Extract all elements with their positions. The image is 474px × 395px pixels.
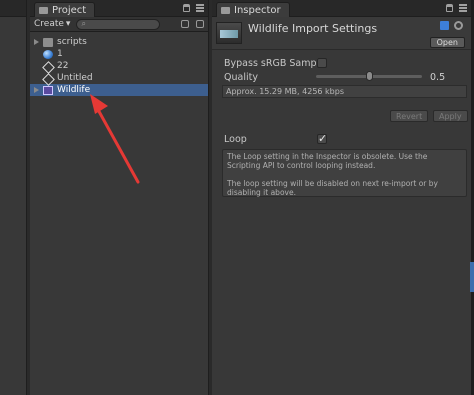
list-item[interactable]: 1 [30,48,208,60]
list-item-label: 1 [57,49,63,59]
menu-icon[interactable] [2,4,22,14]
search-input[interactable]: ⌕ [76,18,161,30]
list-item-label: Untitled [57,73,93,83]
inspector-header: Wildlife Import Settings Open [212,17,471,50]
folder-icon [39,6,48,14]
bypass-srgb-label: Bypass sRGB Sampl [224,58,320,69]
help-book-icon[interactable] [440,21,449,30]
revert-button[interactable]: Revert [390,110,429,122]
video-clip-icon [43,85,53,95]
left-panel-strip [0,0,27,395]
toolbar-icons [181,20,204,28]
video-thumbnail [216,22,242,44]
expand-triangle-icon[interactable] [34,39,39,45]
project-toolbar: Create ▾ ⌕ [30,17,208,32]
info-icon [221,6,230,14]
gear-icon[interactable] [454,21,463,30]
create-label: Create [34,19,64,29]
search-icon: ⌕ [81,19,86,28]
help-text: The loop setting will be disabled on nex… [227,179,438,197]
unity-scene-icon [43,74,53,83]
lock-icon[interactable] [183,4,190,12]
menu-icon[interactable] [459,4,467,12]
tab-inspector[interactable]: Inspector [216,2,290,17]
right-edge-accent [470,262,474,292]
list-item[interactable]: 22 [30,60,208,72]
project-tree: scripts 1 22 Untitled Wildlife [30,32,208,96]
inspector-tab-tools [446,4,467,12]
expand-triangle-icon[interactable] [34,87,39,93]
header-icons [440,21,463,30]
loop-help-box: The Loop setting in the Inspector is obs… [222,149,467,197]
project-tabbar: Project [30,0,208,17]
file-info-text: Approx. 15.29 MB, 4256 kbps [226,87,344,96]
tab-inspector-label: Inspector [234,4,281,16]
quality-label: Quality [224,72,258,83]
project-tab-tools [183,4,204,12]
tab-project-label: Project [52,4,87,16]
page-title: Wildlife Import Settings [248,22,378,35]
quality-slider[interactable] [316,71,422,81]
create-button[interactable]: Create ▾ [34,19,70,29]
tab-project[interactable]: Project [34,2,96,17]
filter-type-icon[interactable] [181,20,189,28]
bypass-srgb-checkbox[interactable] [317,58,327,68]
list-item-label: scripts [57,37,87,47]
file-info-bar: Approx. 15.29 MB, 4256 kbps [222,85,467,98]
list-item[interactable]: scripts [30,36,208,48]
loop-checkbox[interactable] [317,132,327,145]
project-panel: Project Create ▾ ⌕ scripts 1 22 Untitled… [30,0,209,395]
annotation-arrow-icon [90,94,140,184]
menu-icon[interactable] [196,4,204,12]
inspector-tabbar: Inspector [212,0,471,17]
chevron-down-icon: ▾ [65,19,71,29]
sphere-icon [43,49,53,59]
folder-icon [43,37,53,47]
quality-value-field[interactable]: 0.5 [428,72,462,83]
list-item[interactable]: Untitled [30,72,208,84]
help-text: The Loop setting in the Inspector is obs… [227,152,428,170]
slider-handle[interactable] [365,71,373,81]
list-item-label: 22 [57,61,69,71]
unity-scene-icon [43,62,53,71]
loop-label: Loop [224,134,247,145]
lock-icon[interactable] [446,4,453,12]
filter-label-icon[interactable] [196,20,204,28]
apply-button[interactable]: Apply [433,110,468,122]
inspector-panel: Inspector Wildlife Import Settings Open … [212,0,471,395]
left-panel-tabbar [0,0,26,17]
open-button[interactable]: Open [429,37,465,48]
